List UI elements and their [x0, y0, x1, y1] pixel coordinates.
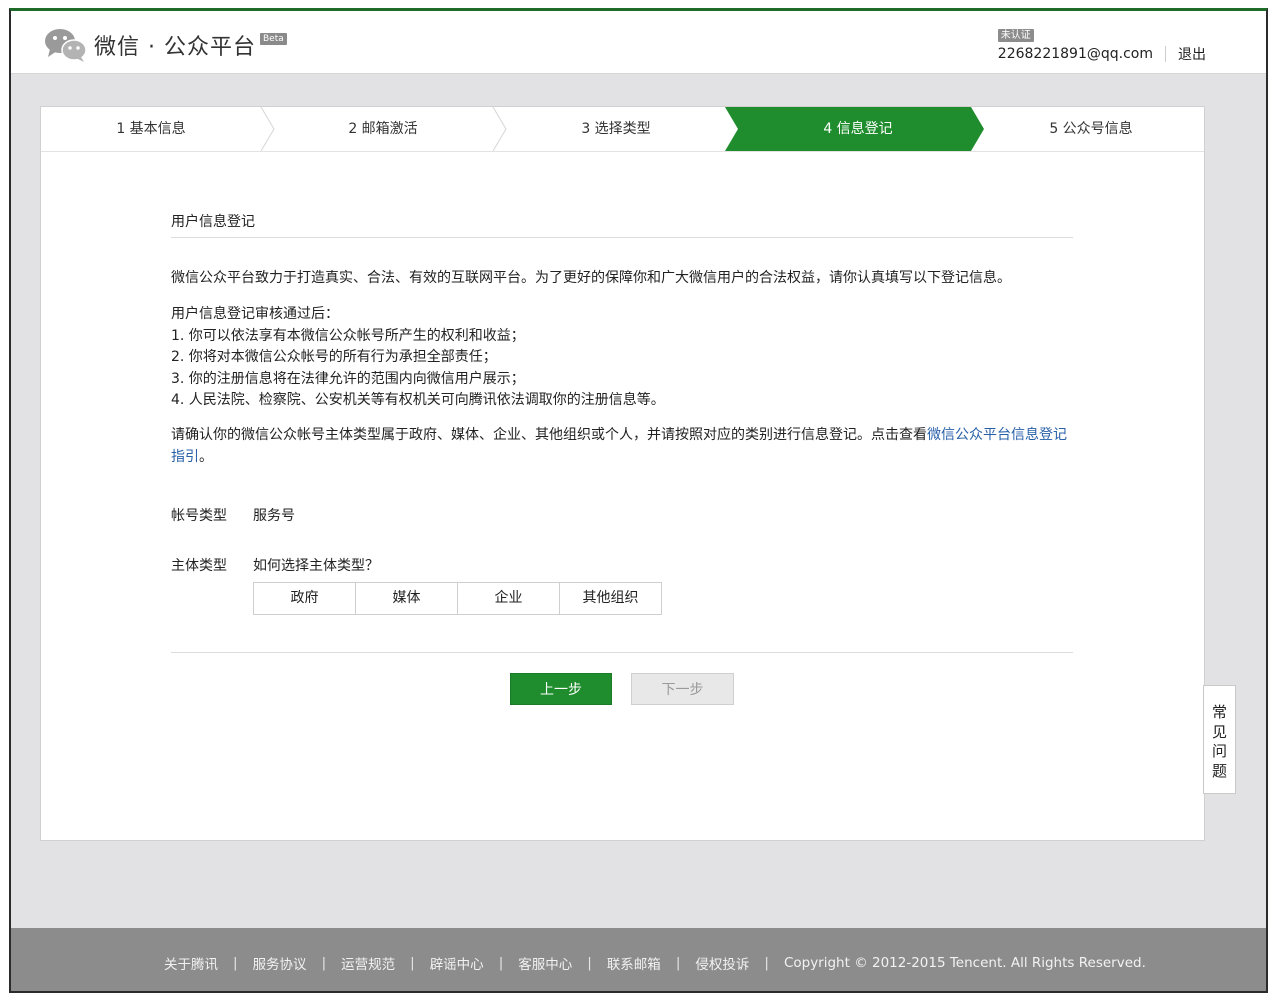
footer-link-about-tencent[interactable]: 关于腾讯: [164, 953, 218, 973]
review-note-item: 3. 你的注册信息将在法律允许的范围内向微信用户展示；: [171, 370, 525, 387]
unverified-badge: 未认证: [997, 29, 1034, 42]
faq-side-tab[interactable]: 常 见 问 题: [1203, 685, 1236, 794]
wechat-bubbles-icon: [44, 27, 88, 63]
confirm-end: 。: [199, 448, 213, 465]
account-email[interactable]: 2268221891@qq.com: [998, 46, 1153, 62]
entity-option-other-org[interactable]: 其他组织: [559, 583, 661, 614]
previous-step-button[interactable]: 上一步: [510, 673, 612, 705]
account-type-label: 帐号类型: [171, 508, 227, 524]
footer-copyright: Copyright © 2012-2015 Tencent. All Right…: [783, 955, 1146, 971]
entity-option-government[interactable]: 政府: [254, 583, 355, 614]
registration-card: 1 基本信息 2 邮箱激活 3 选择类型 4 信息登记 5 公众号信息 用户信息…: [40, 106, 1205, 841]
review-note-item: 4. 人民法院、检察院、公安机关等有权机关可向腾讯依法调取你的注册信息等。: [171, 392, 665, 408]
review-note-item: 1. 你可以依法享有本微信公众帐号所产生的权利和收益；: [171, 327, 525, 344]
review-notes-title: 用户信息登记审核通过后：: [171, 306, 339, 322]
footer-separator: |: [233, 955, 238, 971]
footer-link-operation-rules[interactable]: 运营规范: [341, 953, 395, 973]
wechat-logo[interactable]: 微信 · 公众平台 Beta: [44, 25, 287, 65]
next-step-button[interactable]: 下一步: [631, 673, 734, 705]
account-area: 未认证 2268221891@qq.com 退出: [997, 23, 1206, 64]
section-title: 用户信息登记: [171, 214, 255, 230]
review-note-item: 2. 你将对本微信公众帐号的所有行为承担全部责任；: [171, 349, 497, 365]
step-5-account-info: 5 公众号信息: [1049, 121, 1133, 137]
footer-separator: |: [410, 955, 415, 971]
faq-char: 问: [1211, 742, 1227, 760]
entity-type-label: 主体类型: [171, 558, 227, 574]
entity-type-options: 政府 媒体 企业 其他组织: [253, 582, 662, 615]
beta-badge: Beta: [259, 33, 287, 45]
step-4-info-registration: 4 信息登记: [823, 121, 893, 137]
top-header: 微信 · 公众平台 Beta 未认证 2268221891@qq.com 退出: [11, 11, 1266, 74]
footer-separator: |: [675, 955, 681, 971]
footer-separator: |: [764, 955, 769, 971]
browser-frame: 微信 · 公众平台 Beta 未认证 2268221891@qq.com 退出 …: [9, 8, 1268, 993]
footer-link-customer-service[interactable]: 客服中心: [518, 953, 572, 973]
entity-type-help-link[interactable]: 如何选择主体类型？: [253, 555, 379, 575]
confirm-paragraph: 请确认你的微信公众帐号主体类型属于政府、媒体、企业、其他组织或个人，并请按照对应…: [171, 425, 1073, 468]
entity-option-media[interactable]: 媒体: [355, 583, 457, 614]
intro-text: 微信公众平台致力于打造真实、合法、有效的互联网平台。为了更好的保障你和广大微信用…: [171, 270, 1011, 286]
footer-links: 关于腾讯 | 服务协议 | 运营规范 | 辟谣中心 | 客服中心 | 联系邮箱 …: [164, 953, 1146, 973]
step-progress-bar: 1 基本信息 2 邮箱激活 3 选择类型 4 信息登记 5 公众号信息: [41, 107, 1204, 152]
footer-link-service-agreement[interactable]: 服务协议: [253, 953, 307, 973]
platform-title: 微信 · 公众平台: [94, 35, 256, 60]
review-notes: 用户信息登记审核通过后： 1. 你可以依法享有本微信公众帐号所产生的权利和收益；…: [171, 304, 1073, 412]
footer-link-contact-email[interactable]: 联系邮箱: [607, 953, 661, 973]
footer-separator: |: [321, 955, 327, 971]
logout-link[interactable]: 退出: [1178, 44, 1206, 64]
bottom-divider: [171, 652, 1073, 653]
header-divider: [1165, 46, 1166, 62]
footer-link-infringement[interactable]: 侵权投诉: [695, 953, 749, 973]
section-divider: [171, 237, 1073, 238]
entity-option-enterprise[interactable]: 企业: [457, 583, 559, 614]
page-footer: 关于腾讯 | 服务协议 | 运营规范 | 辟谣中心 | 客服中心 | 联系邮箱 …: [11, 928, 1266, 991]
footer-separator: |: [587, 955, 592, 971]
step-2-email-activation: 2 邮箱激活: [348, 121, 418, 137]
step-3-choose-type: 3 选择类型: [581, 121, 651, 137]
faq-char: 常: [1211, 703, 1227, 721]
faq-char: 题: [1211, 761, 1227, 780]
account-type-value: 服务号: [253, 508, 295, 524]
footer-separator: |: [498, 955, 504, 971]
step-1-basic-info: 1 基本信息: [116, 121, 186, 137]
footer-link-rumor-center[interactable]: 辟谣中心: [430, 953, 484, 973]
confirm-text: 请确认你的微信公众帐号主体类型属于政府、媒体、企业、其他组织或个人，并请按照对应…: [171, 427, 927, 443]
faq-char: 见: [1211, 722, 1227, 741]
